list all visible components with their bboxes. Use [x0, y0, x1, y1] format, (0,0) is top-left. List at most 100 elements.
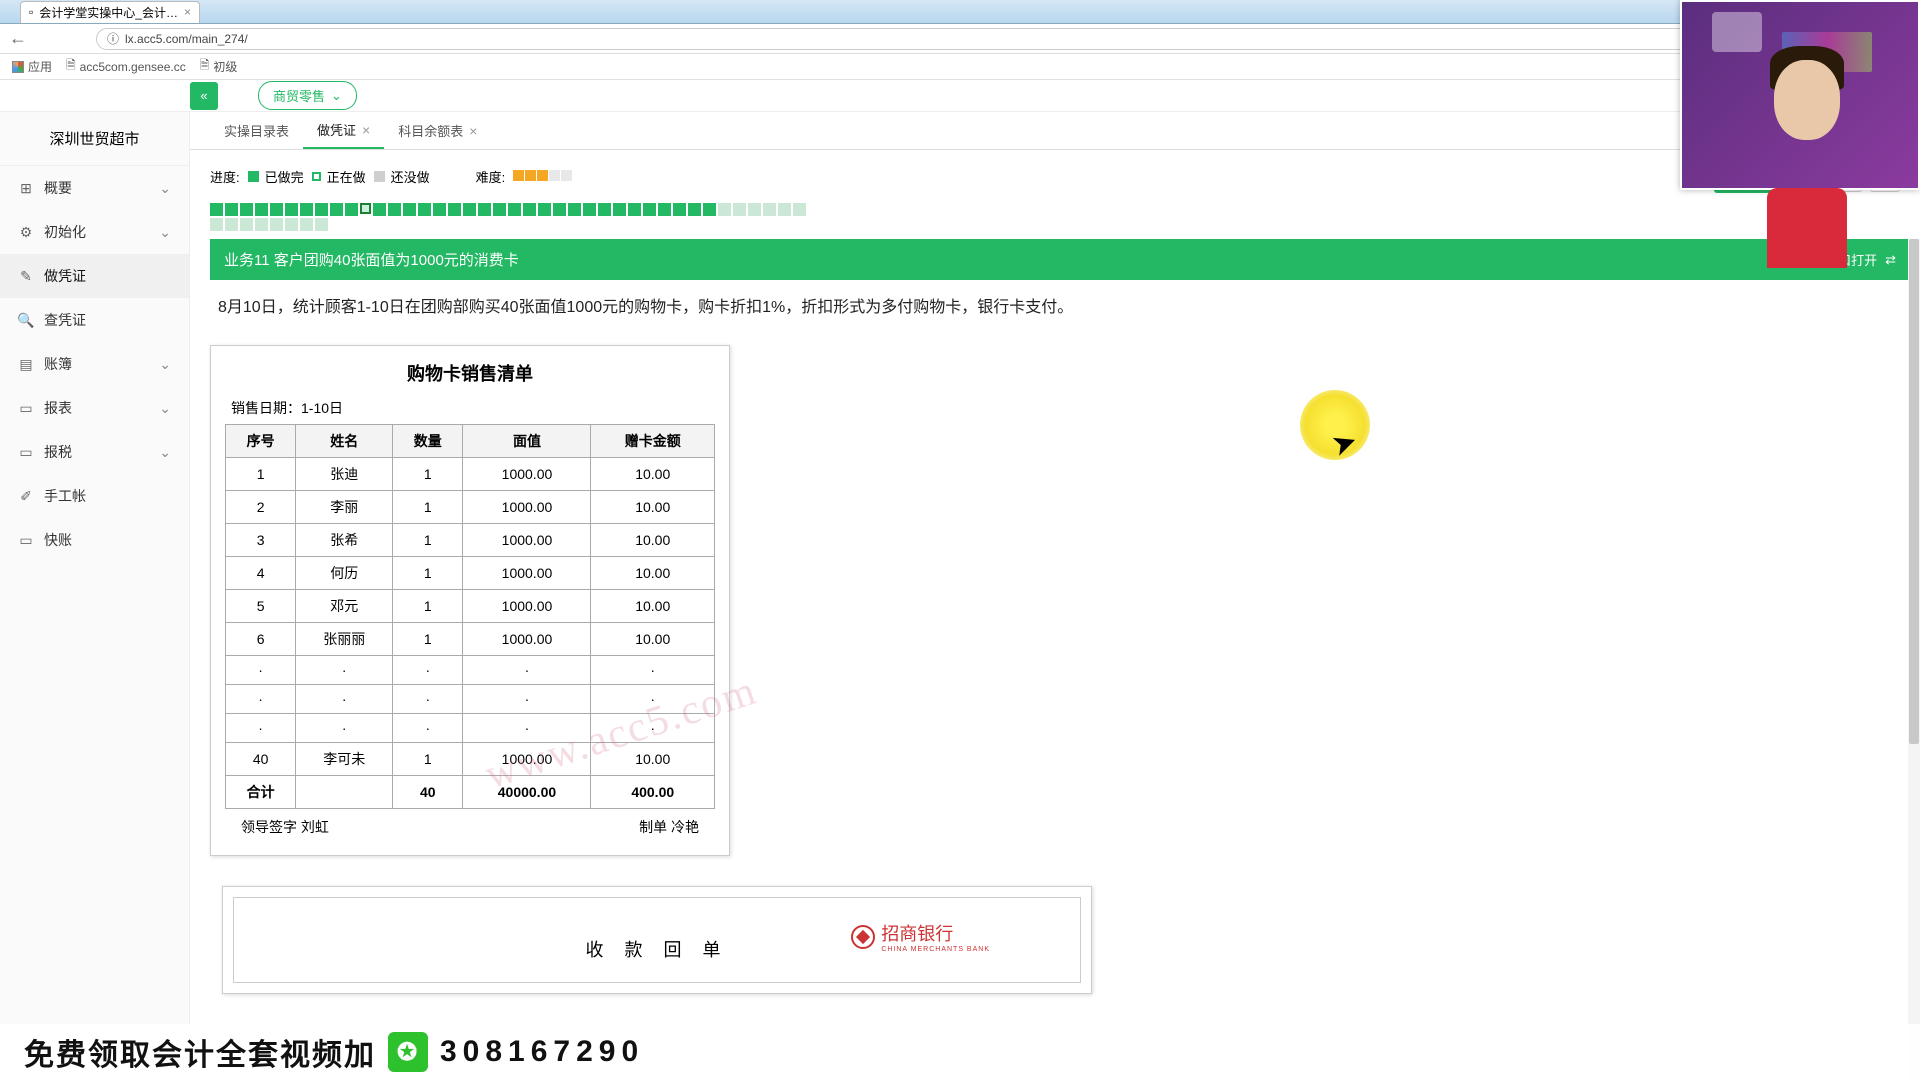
tab-close-icon[interactable]: ×: [184, 5, 191, 19]
task-title: 业务11 客户团购40张面值为1000元的消费卡: [224, 249, 519, 270]
table-cell: 1000.00: [463, 557, 591, 590]
progress-cell[interactable]: [225, 218, 238, 231]
sidebar-item-做凭证[interactable]: ✎做凭证: [0, 254, 189, 298]
progress-cell[interactable]: [538, 203, 551, 216]
progress-cell[interactable]: [673, 203, 686, 216]
progress-cell[interactable]: [628, 203, 641, 216]
sales-document: 购物卡销售清单 销售日期：1-10日 序号姓名数量面值赠卡金额 1张迪11000…: [210, 345, 730, 856]
table-cell: 1: [393, 524, 463, 557]
progress-cell[interactable]: [733, 203, 746, 216]
progress-cell[interactable]: [568, 203, 581, 216]
table-cell: 10.00: [591, 590, 715, 623]
progress-cell[interactable]: [583, 203, 596, 216]
main-scroll[interactable]: 业务11 客户团购40张面值为1000元的消费卡 新窗口打开 ⇄ 8月10日，统…: [190, 239, 1920, 1080]
sidebar-item-报税[interactable]: ▭报税⌄: [0, 430, 189, 474]
progress-cell[interactable]: [240, 203, 253, 216]
sidebar-collapse-button[interactable]: «: [190, 82, 218, 110]
progress-cell[interactable]: [598, 203, 611, 216]
progress-cell[interactable]: [793, 203, 806, 216]
progress-cell[interactable]: [448, 203, 461, 216]
progress-cell[interactable]: [300, 203, 313, 216]
progress-cell[interactable]: [553, 203, 566, 216]
progress-cell[interactable]: [388, 203, 401, 216]
table-cell: 李丽: [296, 491, 393, 524]
progress-cell[interactable]: [360, 203, 371, 214]
table-cell: 张希: [296, 524, 393, 557]
table-cell: 1: [393, 590, 463, 623]
progress-cell[interactable]: [778, 203, 791, 216]
table-cell: 6: [226, 623, 296, 656]
progress-cell[interactable]: [643, 203, 656, 216]
bookmark-item[interactable]: 🗎初级: [200, 56, 238, 77]
page-icon: 🗎: [200, 56, 210, 77]
progress-cell[interactable]: [255, 218, 268, 231]
progress-cell[interactable]: [433, 203, 446, 216]
content-area: 实操目录表做凭证×科目余额表× 进度: 已做完 正在做 还没做 难度: 填写记账…: [190, 112, 1920, 1080]
table-cell: ·: [226, 685, 296, 714]
progress-cell[interactable]: [285, 218, 298, 231]
address-bar[interactable]: ⓘ lx.acc5.com/main_274/: [96, 28, 1912, 50]
table-row: 40李可未11000.0010.00: [226, 743, 715, 776]
progress-cell[interactable]: [315, 218, 328, 231]
org-title: 深圳世贸超市: [0, 112, 189, 166]
progress-cell[interactable]: [330, 203, 343, 216]
tab-label: 科目余额表: [398, 121, 463, 140]
tab-close-icon[interactable]: ×: [469, 123, 477, 139]
progress-cell[interactable]: [718, 203, 731, 216]
progress-cell[interactable]: [478, 203, 491, 216]
progress-cell[interactable]: [315, 203, 328, 216]
progress-cell[interactable]: [270, 218, 283, 231]
tab-close-icon[interactable]: ×: [362, 122, 370, 138]
progress-cell[interactable]: [403, 203, 416, 216]
footer-text: 免费领取会计全套视频加: [24, 1030, 376, 1074]
progress-cell[interactable]: [255, 203, 268, 216]
task-header: 业务11 客户团购40张面值为1000元的消费卡 新窗口打开 ⇄: [210, 239, 1910, 280]
progress-cell[interactable]: [763, 203, 776, 216]
progress-cell[interactable]: [703, 203, 716, 216]
progress-cell[interactable]: [493, 203, 506, 216]
progress-cell[interactable]: [523, 203, 536, 216]
sidebar-item-账簿[interactable]: ▤账簿⌄: [0, 342, 189, 386]
content-tab[interactable]: 实操目录表: [210, 112, 303, 149]
browser-tab[interactable]: ▫ 会计学堂实操中心_会计… ×: [20, 1, 200, 23]
sidebar-item-查凭证[interactable]: 🔍查凭证: [0, 298, 189, 342]
table-cell: 1: [393, 557, 463, 590]
progress-cell[interactable]: [463, 203, 476, 216]
table-cell: ·: [296, 656, 393, 685]
progress-cell[interactable]: [508, 203, 521, 216]
progress-cell[interactable]: [345, 203, 358, 216]
apps-button[interactable]: 应用: [12, 58, 52, 75]
progress-cell[interactable]: [658, 203, 671, 216]
progress-cell[interactable]: [210, 218, 223, 231]
progress-cell[interactable]: [613, 203, 626, 216]
sidebar-item-初始化[interactable]: ⚙初始化⌄: [0, 210, 189, 254]
progress-cell[interactable]: [748, 203, 761, 216]
table-cell: 合计: [226, 776, 296, 809]
sidebar-item-快账[interactable]: ▭快账: [0, 518, 189, 562]
progress-cell[interactable]: [688, 203, 701, 216]
tab-label: 实操目录表: [224, 121, 289, 140]
progress-cell[interactable]: [270, 203, 283, 216]
progress-cell[interactable]: [373, 203, 386, 216]
progress-label: 进度:: [210, 167, 240, 186]
sidebar-item-报表[interactable]: ▭报表⌄: [0, 386, 189, 430]
sidebar-item-概要[interactable]: ⊞概要⌄: [0, 166, 189, 210]
webcam-video[interactable]: [1680, 0, 1920, 190]
legend-done-label: 已做完: [265, 167, 304, 186]
bookmark-item[interactable]: 🗎acc5com.gensee.cc: [66, 56, 186, 77]
chevron-down-icon: ⌄: [159, 356, 171, 373]
progress-cell[interactable]: [418, 203, 431, 216]
progress-cell[interactable]: [210, 203, 223, 216]
content-tab[interactable]: 科目余额表 ×: [384, 112, 491, 149]
scrollbar[interactable]: [1908, 239, 1920, 1080]
progress-cell[interactable]: [285, 203, 298, 216]
mode-dropdown[interactable]: 商贸零售 ⌄: [258, 81, 357, 110]
progress-cell[interactable]: [240, 218, 253, 231]
sidebar-item-手工帐[interactable]: ✐手工帐: [0, 474, 189, 518]
progress-cell[interactable]: [225, 203, 238, 216]
site-info-icon[interactable]: ⓘ: [107, 30, 119, 47]
progress-grid[interactable]: [190, 203, 830, 239]
back-button[interactable]: ←: [8, 28, 28, 49]
content-tab[interactable]: 做凭证×: [303, 112, 384, 149]
progress-cell[interactable]: [300, 218, 313, 231]
